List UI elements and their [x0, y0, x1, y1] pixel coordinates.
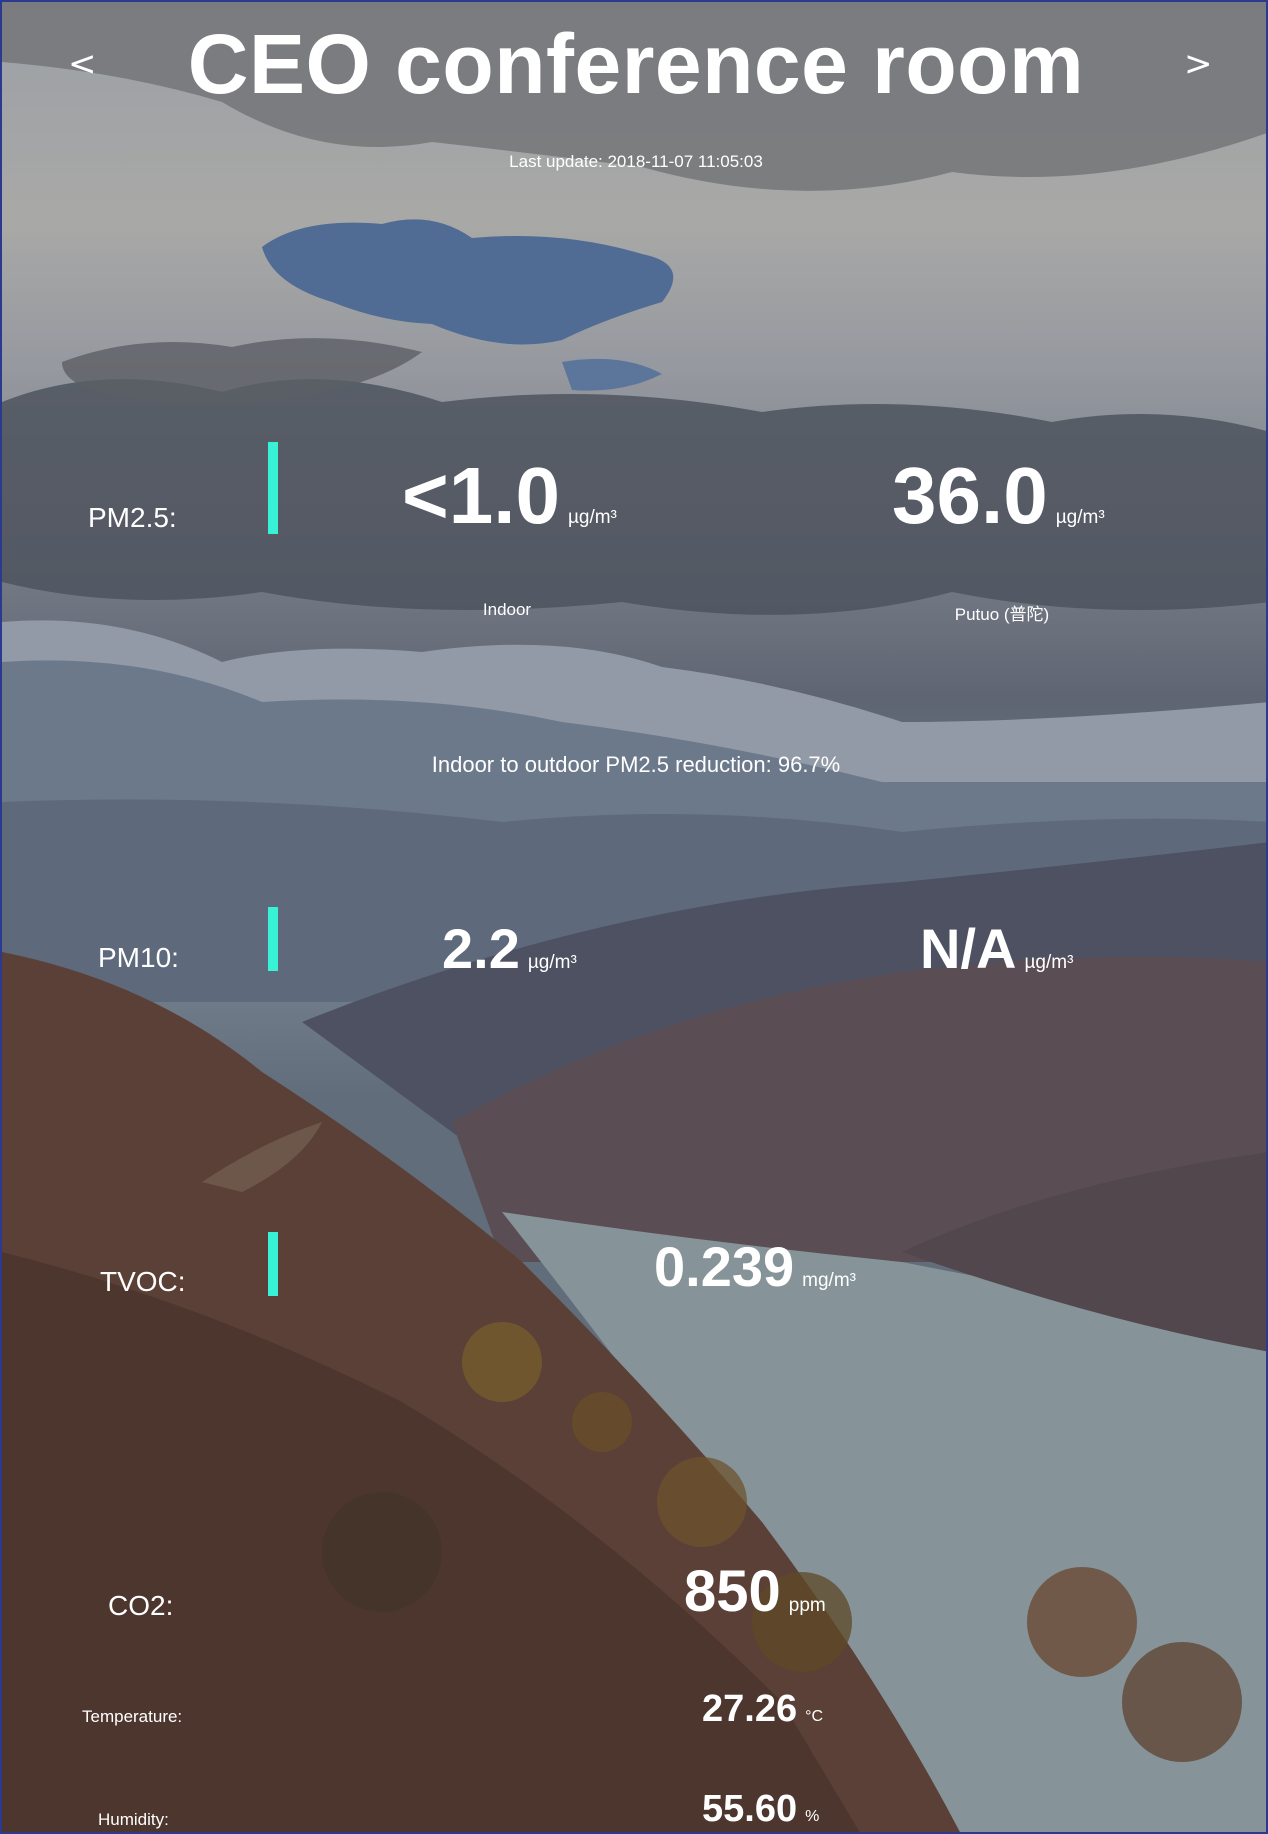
pm10-indoor-reading: 2.2 µg/m³: [442, 916, 577, 981]
pm25-indoor-unit: µg/m³: [567, 507, 617, 528]
pm25-indicator-bar: [268, 442, 278, 534]
temperature-value: 27.26: [702, 1688, 798, 1730]
humidity-unit: %: [805, 1808, 820, 1825]
tvoc-unit: mg/m³: [802, 1270, 856, 1291]
temperature-unit: °C: [805, 1708, 824, 1725]
pm25-outdoor-unit: µg/m³: [1055, 507, 1105, 528]
pm10-indoor-value: 2.2: [442, 917, 520, 980]
pm25-indoor-reading: <1.0 µg/m³: [402, 450, 617, 542]
temperature-reading: 27.26 °C: [702, 1688, 823, 1731]
pm10-outdoor-unit: µg/m³: [1024, 952, 1074, 973]
tvoc-indicator-bar: [268, 1232, 278, 1296]
tvoc-value: 0.239: [654, 1235, 795, 1298]
pm25-outdoor-caption: Putuo (普陀): [954, 605, 1050, 624]
pm25-outdoor-reading: 36.0 µg/m³: [892, 450, 1105, 542]
background-dim-overlay: [2, 2, 1266, 1832]
tvoc-label: TVOC:: [100, 1266, 186, 1297]
pm10-indicator-bar: [268, 907, 278, 971]
pm10-outdoor-reading: N/A µg/m³: [920, 916, 1073, 981]
tvoc-reading: 0.239 mg/m³: [654, 1234, 856, 1299]
humidity-label: Humidity:: [98, 1810, 169, 1829]
co2-unit: ppm: [788, 1595, 826, 1616]
pm10-outdoor-value: N/A: [920, 917, 1017, 980]
pm25-outdoor-value: 36.0: [892, 451, 1048, 540]
pm25-label: PM2.5:: [88, 502, 177, 533]
co2-reading: 850 ppm: [684, 1558, 826, 1625]
next-room-button[interactable]: >: [1184, 44, 1213, 84]
pm10-label: PM10:: [98, 942, 179, 973]
pm25-reduction-text: Indoor to outdoor PM2.5 reduction: 96.7%: [431, 752, 841, 777]
room-title: CEO conference room: [187, 17, 1085, 111]
pm10-indoor-unit: µg/m³: [527, 952, 577, 973]
pm25-indoor-caption: Indoor: [482, 600, 532, 619]
humidity-reading: 55.60%: [702, 1788, 819, 1831]
co2-value: 850: [684, 1559, 781, 1624]
last-update-timestamp: Last update: 2018-11-07 11:05:03: [509, 152, 763, 171]
co2-label: CO2:: [108, 1590, 174, 1621]
app-frame: < CEO conference room > Last update: 201…: [0, 0, 1268, 1834]
temperature-label: Temperature:: [82, 1707, 183, 1726]
humidity-value: 55.60: [702, 1788, 798, 1830]
pm25-indoor-value: <1.0: [402, 451, 560, 540]
